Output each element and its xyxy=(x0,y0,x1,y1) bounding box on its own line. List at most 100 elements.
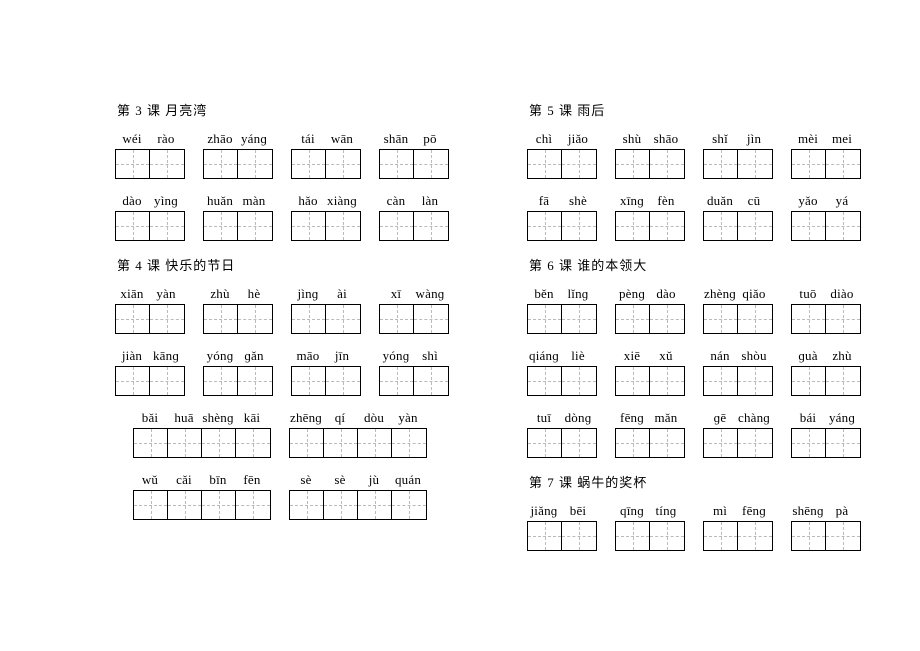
pinyin-syllable: zhù xyxy=(203,286,237,302)
pinyin-syllable: yìnɡ xyxy=(149,193,183,209)
pinyin-syllable: hè xyxy=(237,286,271,302)
pinyin-syllable: mì xyxy=(703,503,737,519)
pinyin-syllable: ɡǎn xyxy=(237,348,271,364)
tian-zi-ge-group xyxy=(379,211,449,241)
pinyin-syllable: shāo xyxy=(649,131,683,147)
pinyin-line: hǎoxiànɡ xyxy=(291,193,361,209)
tian-zi-ge-cell xyxy=(528,212,562,240)
tian-zi-ge-cell xyxy=(704,367,738,395)
tian-zi-ge-group xyxy=(527,521,597,551)
tian-zi-ge-cell xyxy=(150,367,184,395)
word-block: jiǎnɡbēi xyxy=(527,503,597,551)
word-block: mìfēnɡ xyxy=(703,503,773,551)
tian-zi-ge-cell xyxy=(826,522,860,550)
tian-zi-ge-cell xyxy=(528,305,562,333)
word-row: xiānyànzhùhèjìnɡàixīwànɡ xyxy=(115,286,467,334)
tian-zi-ge-cell xyxy=(650,305,684,333)
pinyin-syllable: shù xyxy=(615,131,649,147)
tian-zi-ge-cell xyxy=(738,305,772,333)
pinyin-syllable: dào xyxy=(649,286,683,302)
pinyin-line: xīnɡfèn xyxy=(615,193,685,209)
pinyin-syllable: wǔ xyxy=(133,472,167,488)
pinyin-line: shēnɡpà xyxy=(791,503,861,519)
pinyin-syllable: xiànɡ xyxy=(325,193,359,209)
tian-zi-ge-group xyxy=(379,304,449,334)
tian-zi-ge-cell xyxy=(134,429,168,457)
pinyin-syllable: bái xyxy=(791,410,825,426)
tian-zi-ge-cell xyxy=(414,367,448,395)
pinyin-syllable: cū xyxy=(737,193,771,209)
tian-zi-ge-cell xyxy=(616,367,650,395)
pinyin-syllable: làn xyxy=(413,193,447,209)
tian-zi-ge-cell xyxy=(290,429,324,457)
content-column: 第 3 课 月亮湾wéiràozhāoyánɡtáiwānshānpōdàoyì… xyxy=(115,100,467,565)
tian-zi-ge-group xyxy=(379,149,449,179)
pinyin-line: huǎnmàn xyxy=(203,193,273,209)
tian-zi-ge-cell xyxy=(616,522,650,550)
pinyin-syllable: yàn xyxy=(149,286,183,302)
pinyin-line: zhènɡqiǎo xyxy=(703,286,773,302)
pinyin-syllable: jīn xyxy=(325,348,359,364)
word-block: xīwànɡ xyxy=(379,286,449,334)
pinyin-syllable: zhù xyxy=(825,348,859,364)
tian-zi-ge-group xyxy=(615,149,685,179)
pinyin-syllable: shòu xyxy=(737,348,771,364)
pinyin-line: xiēxǔ xyxy=(615,348,685,364)
pinyin-syllable: sè xyxy=(323,472,357,488)
tian-zi-ge-group xyxy=(703,211,773,241)
section-title: 第 3 课 月亮湾 xyxy=(117,100,467,119)
tian-zi-ge-group xyxy=(791,428,861,458)
pinyin-syllable: fēnɡ xyxy=(615,410,649,426)
pinyin-syllable: xiān xyxy=(115,286,149,302)
tian-zi-ge-cell xyxy=(150,305,184,333)
word-block: nánshòu xyxy=(703,348,773,396)
tian-zi-ge-group xyxy=(791,149,861,179)
tian-zi-ge-cell xyxy=(380,305,414,333)
pinyin-line: qīnɡtínɡ xyxy=(615,503,685,519)
tian-zi-ge-group xyxy=(115,211,185,241)
tian-zi-ge-group xyxy=(527,366,597,396)
pinyin-syllable: zhènɡ xyxy=(703,286,737,302)
tian-zi-ge-cell xyxy=(150,212,184,240)
word-block: duǎncū xyxy=(703,193,773,241)
pinyin-syllable: ɡuà xyxy=(791,348,825,364)
tian-zi-ge-group xyxy=(615,304,685,334)
pinyin-syllable: quán xyxy=(391,472,425,488)
word-block: tuīdònɡ xyxy=(527,410,597,458)
tian-zi-ge-group xyxy=(527,428,597,458)
word-row: qiánɡliè xiēxǔ nánshòu ɡuàzhù xyxy=(527,348,879,396)
pinyin-syllable: jìnɡ xyxy=(291,286,325,302)
word-row: wéirào zhāoyánɡ táiwān shānpō xyxy=(115,131,467,179)
tian-zi-ge-cell xyxy=(704,212,738,240)
word-block: zhāoyánɡ xyxy=(203,131,273,179)
tian-zi-ge-cell xyxy=(528,150,562,178)
tian-zi-ge-cell xyxy=(738,150,772,178)
word-block: qiánɡliè xyxy=(527,348,597,396)
pinyin-line: mèimei xyxy=(791,131,861,147)
section-title: 第 7 课 蜗牛的奖杯 xyxy=(529,472,879,491)
pinyin-syllable: kāi xyxy=(235,410,269,426)
pinyin-line: wéirào xyxy=(115,131,185,147)
tian-zi-ge-cell xyxy=(528,367,562,395)
pinyin-line: zhāoyánɡ xyxy=(203,131,273,147)
word-block: shǐjìn xyxy=(703,131,773,179)
pinyin-line: ɡuàzhù xyxy=(791,348,861,364)
tian-zi-ge-group xyxy=(791,521,861,551)
tian-zi-ge-cell xyxy=(380,367,414,395)
pinyin-syllable: huǎn xyxy=(203,193,237,209)
pinyin-syllable: jìn xyxy=(737,131,771,147)
word-row: bǎihuāshènɡkāizhēnɡqídòuyàn xyxy=(115,410,467,458)
tian-zi-ge-cell xyxy=(292,367,326,395)
pinyin-syllable: mèi xyxy=(791,131,825,147)
pinyin-syllable: fèn xyxy=(649,193,683,209)
pinyin-syllable: cǎi xyxy=(167,472,201,488)
section-title: 第 6 课 谁的本领大 xyxy=(529,255,879,274)
word-block: xiānyàn xyxy=(115,286,185,334)
pinyin-line: táiwān xyxy=(291,131,361,147)
pinyin-syllable: bēi xyxy=(561,503,595,519)
tian-zi-ge-cell xyxy=(116,212,150,240)
word-block: yónɡɡǎn xyxy=(203,348,273,396)
pinyin-syllable: yá xyxy=(825,193,859,209)
tian-zi-ge-cell xyxy=(326,150,360,178)
pinyin-line: shānpō xyxy=(379,131,449,147)
